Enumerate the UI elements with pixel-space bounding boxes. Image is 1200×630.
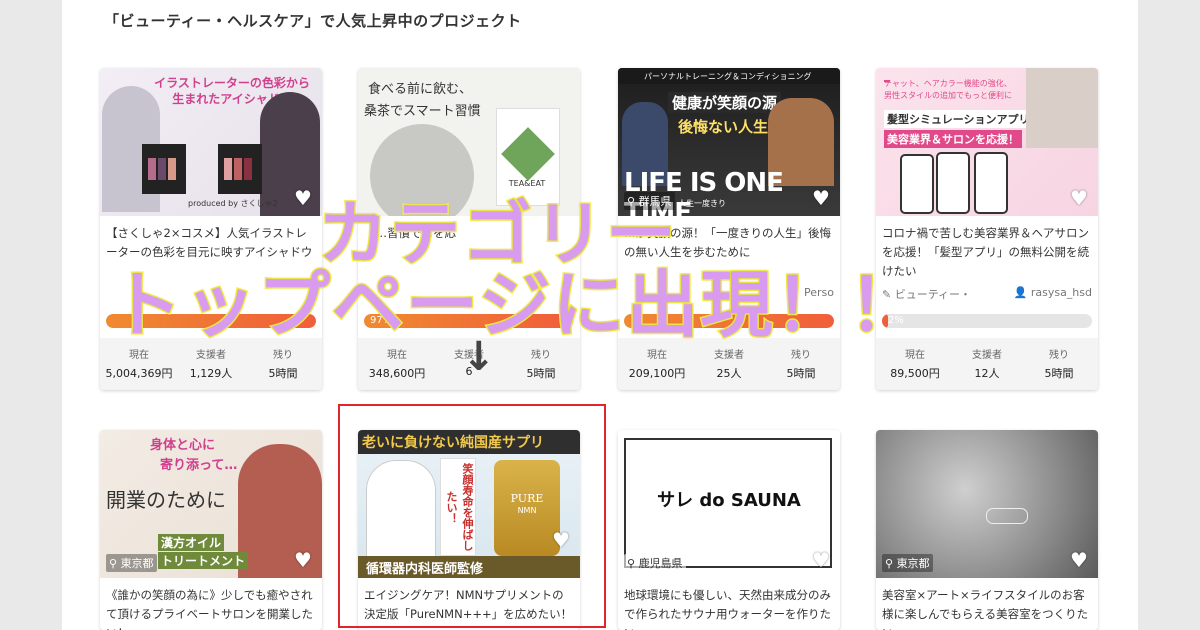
thumb-text: パーソナルトレーニング＆コンディショニング (644, 72, 812, 81)
location-text: 鹿児島県 (638, 557, 683, 570)
palette-image (142, 144, 186, 194)
highlight-box (338, 404, 606, 628)
project-thumbnail[interactable]: イラストレーターの色彩から 生まれたアイシャドウ produced by さくし… (100, 68, 322, 216)
stat-supporters: 12人 (974, 367, 1000, 380)
thumb-text: 開業のために (106, 488, 226, 512)
stat-label: 残り (1049, 350, 1069, 361)
stat-current: 209,100円 (628, 367, 686, 380)
stat-supporters: 1,129人 (189, 367, 233, 380)
heart-icon[interactable]: ♥ (810, 550, 832, 570)
overlay-line-2: トップページに出現！！ (109, 262, 923, 349)
heart-icon[interactable]: ♥ (292, 188, 314, 208)
thumb-text: 男性スタイルの追加でもっと便利に (884, 91, 1012, 100)
heart-icon[interactable]: ♥ (292, 550, 314, 570)
project-title[interactable]: 美容室×アート×ライフスタイルのお客様に楽しんでもらえる美容室をつくりたい。 (882, 586, 1092, 630)
heart-icon[interactable]: ♥ (1068, 188, 1090, 208)
phone-image (900, 154, 934, 214)
project-card[interactable]: サレ do SAUNA ⚲ 鹿児島県 ♥ 地球環境にも優しい、天然由来成分のみで… (618, 430, 840, 630)
project-thumbnail[interactable]: サレ do SAUNA ⚲ 鹿児島県 ♥ (618, 430, 840, 578)
phone-image (974, 152, 1008, 214)
project-thumbnail[interactable]: ⚲ 東京都 ♥ (876, 430, 1098, 578)
location-badge: ⚲ 東京都 (882, 554, 933, 572)
thumb-text: 食べる前に飲む、 (368, 82, 473, 97)
thumb-text: 桑茶でスマート習慣 (364, 104, 481, 119)
thumb-text: 美容業界＆サロンを応援！ (884, 130, 1022, 148)
project-title[interactable]: 地球環境にも優しい、天然由来成分のみで作られたサウナ用ウォーターを作りたい (624, 586, 834, 630)
project-card[interactable]: 身体と心に 寄り添って… 開業のために 漢方オイル トリートメント ⚲ 東京都 … (100, 430, 322, 630)
stat-remaining: 5時間 (268, 367, 298, 380)
section-heading: 「ビューティー・ヘルスケア」で人気上昇中のプロジェクト (104, 12, 522, 30)
person-photo (1026, 68, 1098, 148)
project-thumbnail[interactable]: チャット、ヘアカラー機能の強化、 男性スタイルの追加でもっと便利に 髪型シミュレ… (876, 68, 1098, 216)
stat-current: 89,500円 (890, 367, 940, 380)
thumb-text: 健康が笑顔の源 (668, 92, 782, 113)
thumb-logo-text: サレ do SAUNA (657, 490, 801, 511)
user-name-text: rasysa_hsd (1030, 286, 1092, 299)
project-thumbnail[interactable]: 身体と心に 寄り添って… 開業のために 漢方オイル トリートメント ⚲ 東京都 … (100, 430, 322, 578)
down-arrow-icon: ↓ (462, 334, 496, 380)
heart-icon[interactable]: ♥ (810, 188, 832, 208)
thumb-text: イラストレーターの色彩から (154, 76, 310, 90)
thumb-text: 髪型シミュレーションアプリで (884, 110, 1044, 128)
heart-icon[interactable]: ♥ (1068, 550, 1090, 570)
thumb-text: チャット、ヘアカラー機能の強化、 (884, 79, 1012, 88)
thumb-text: 人生一度きり (678, 199, 726, 208)
location-text: 東京都 (896, 557, 930, 570)
project-title[interactable]: 《誰かの笑顔の為に》少しでも癒やされて頂けるプライベートサロンを開業したい！ (106, 586, 316, 630)
stat-label: 支援者 (972, 350, 1002, 361)
user-name[interactable]: 👤 rasysa_hsd (1014, 286, 1092, 299)
stat-remaining: 5時間 (786, 367, 816, 380)
thumb-text: 寄り添って… (160, 458, 238, 473)
location-badge: ⚲ 東京都 (106, 554, 157, 572)
stat-current: 348,600円 (368, 367, 426, 380)
stat-remaining: 5時間 (1044, 367, 1074, 380)
thumb-credit: produced by さくしゃ2 (188, 199, 278, 208)
palette-image (218, 144, 262, 194)
stat-supporters: 25人 (716, 367, 742, 380)
stat-current: 5,004,369円 (105, 367, 173, 380)
thumb-text: 身体と心に (150, 438, 216, 453)
location-badge: ⚲ 鹿児島県 (624, 554, 686, 572)
location-text: 東京都 (120, 557, 154, 570)
logo-mark (986, 508, 1028, 524)
project-card[interactable]: ⚲ 東京都 ♥ 美容室×アート×ライフスタイルのお客様に楽しんでもらえる美容室を… (876, 430, 1098, 630)
thumb-text: 漢方オイル (158, 534, 225, 551)
stat-remaining: 5時間 (526, 367, 556, 380)
phone-image (936, 152, 970, 214)
thumb-text: トリートメント (158, 552, 249, 569)
